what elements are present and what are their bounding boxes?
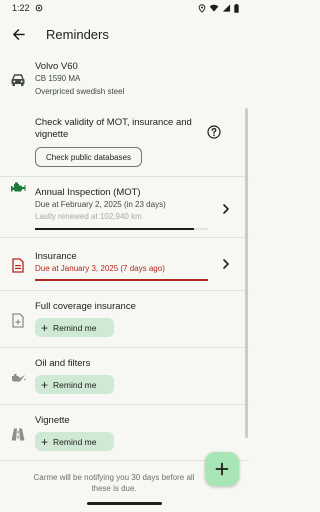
check-validity-text: Check validity of MOT, insurance and vig… bbox=[35, 117, 192, 141]
add-icon: + bbox=[41, 320, 49, 335]
chevron-right-icon bbox=[223, 259, 229, 269]
reminder-progress-fill bbox=[35, 279, 208, 281]
check-validity-line-2: vignette bbox=[35, 129, 69, 140]
back-button[interactable] bbox=[2, 18, 34, 50]
status-time: 1:22 bbox=[12, 3, 30, 13]
divider bbox=[0, 290, 249, 291]
battery-icon bbox=[234, 3, 239, 13]
remind-me-button[interactable]: + Remind me bbox=[35, 375, 114, 394]
arrow-back-icon bbox=[12, 28, 25, 40]
reminder-due: Due at January 3, 2025 (7 days ago) bbox=[35, 264, 165, 273]
remind-me-label: Remind me bbox=[53, 436, 97, 447]
page-title: Reminders bbox=[46, 26, 109, 42]
add-icon bbox=[215, 462, 229, 476]
reminder-title: Insurance bbox=[35, 251, 77, 262]
gesture-handle[interactable] bbox=[87, 502, 162, 505]
location-icon bbox=[198, 3, 206, 13]
add-reminder-button[interactable] bbox=[205, 452, 239, 486]
footer-note-line-2: these is due. bbox=[91, 484, 137, 493]
wifi-icon bbox=[209, 4, 219, 12]
scrollbar[interactable] bbox=[245, 108, 248, 438]
footer-note-line-1: Carme will be notifying you 30 days befo… bbox=[33, 473, 195, 482]
divider bbox=[0, 404, 249, 405]
engine-icon bbox=[8, 177, 28, 197]
app-bar: Reminders bbox=[0, 18, 249, 50]
add-icon: + bbox=[41, 377, 49, 392]
car-icon bbox=[8, 70, 28, 90]
remind-me-label: Remind me bbox=[53, 379, 97, 390]
divider bbox=[0, 237, 249, 238]
reminder-progress bbox=[35, 279, 208, 281]
reminder-due: Due at February 2, 2025 (in 23 days) bbox=[35, 200, 166, 209]
road-icon bbox=[8, 424, 28, 444]
check-public-databases-button[interactable]: Check public databases bbox=[35, 147, 142, 167]
check-validity-line-1: Check validity of MOT, insurance and bbox=[35, 117, 192, 128]
reminder-progress-fill bbox=[35, 228, 195, 230]
navigation-bar bbox=[0, 497, 249, 512]
sync-icon bbox=[35, 4, 42, 12]
footer-note: Carme will be notifying you 30 days befo… bbox=[14, 472, 214, 494]
inactive-title: Vignette bbox=[35, 415, 70, 426]
vehicle-description: Overpriced swedish steel bbox=[35, 87, 125, 96]
inactive-title: Full coverage insurance bbox=[35, 301, 136, 312]
vehicle-plate: CB 1590 MA bbox=[35, 74, 81, 83]
divider bbox=[0, 347, 249, 348]
chevron-right-icon bbox=[223, 204, 229, 214]
status-bar: 1:22 bbox=[0, 0, 249, 16]
help-circle-icon[interactable] bbox=[207, 125, 221, 139]
add-icon: + bbox=[41, 434, 49, 449]
reminder-renewed: Lastly renewed at 102,940 km bbox=[35, 212, 142, 221]
divider bbox=[0, 176, 249, 177]
add-document-icon bbox=[8, 310, 28, 330]
reminder-title: Annual Inspection (MOT) bbox=[35, 187, 141, 198]
oil-can-icon bbox=[8, 368, 28, 388]
document-icon bbox=[8, 255, 28, 275]
vehicle-name: Volvo V60 bbox=[35, 61, 78, 72]
remind-me-label: Remind me bbox=[53, 322, 97, 333]
inactive-title: Oil and filters bbox=[35, 358, 91, 369]
reminders-list[interactable]: Volvo V60 CB 1590 MA Overpriced swedish … bbox=[0, 52, 249, 497]
remind-me-button[interactable]: + Remind me bbox=[35, 318, 114, 337]
reminder-progress bbox=[35, 228, 208, 230]
signal-icon bbox=[222, 4, 231, 12]
remind-me-button[interactable]: + Remind me bbox=[35, 432, 114, 451]
